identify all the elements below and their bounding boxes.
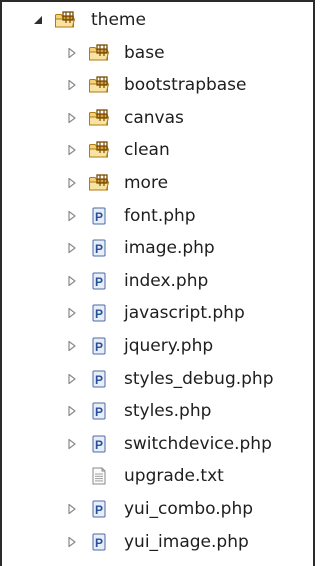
tree-item-label: index.php <box>124 270 209 291</box>
tree-item[interactable]: Pjquery.php <box>2 332 313 360</box>
expand-arrow-icon[interactable] <box>66 144 78 156</box>
tree-item-label: switchdevice.php <box>124 433 272 454</box>
expand-arrow-icon[interactable] <box>66 210 78 222</box>
php-file-icon: P <box>88 207 110 225</box>
svg-text:P: P <box>95 373 103 387</box>
tree-item[interactable]: canvas <box>2 104 313 132</box>
expand-arrow-icon[interactable] <box>66 373 78 385</box>
expand-arrow-icon[interactable] <box>66 503 78 515</box>
expand-arrow-icon[interactable] <box>66 275 78 287</box>
svg-text:P: P <box>95 275 103 289</box>
tree-item[interactable]: Pstyles_debug.php <box>2 365 313 393</box>
package-folder-icon <box>88 43 110 62</box>
expand-arrow-icon[interactable] <box>66 405 78 417</box>
tree-item-label: more <box>124 173 169 193</box>
expand-arrow-icon[interactable] <box>66 177 78 189</box>
tree-item[interactable]: Pyui_combo.php <box>2 495 313 523</box>
package-folder-icon <box>88 109 110 127</box>
tree-item[interactable]: Pjavascript.php <box>2 299 313 327</box>
tree-item-label: clean <box>124 140 170 161</box>
php-file-icon: P <box>88 533 110 551</box>
tree-item[interactable]: Pyui_image.php <box>2 528 313 556</box>
tree-item[interactable]: Pstyles.php <box>2 397 313 425</box>
tree-item-label: javascript.php <box>124 303 245 324</box>
expand-arrow-icon[interactable] <box>66 340 78 352</box>
tree-item[interactable]: base <box>2 39 313 67</box>
package-folder-icon <box>54 11 76 29</box>
svg-text:P: P <box>95 438 103 452</box>
tree-item-label: canvas <box>124 107 184 128</box>
expand-arrow-icon[interactable] <box>66 242 78 254</box>
tree-item-label: yui_image.php <box>124 531 249 552</box>
project-explorer-panel: theme base bootstrapbase canvas clean more Pfo… <box>0 0 315 566</box>
svg-text:P: P <box>95 210 103 224</box>
expand-arrow-icon[interactable] <box>66 79 78 91</box>
php-file-icon: P <box>88 500 110 518</box>
svg-text:P: P <box>95 340 103 354</box>
tree-item[interactable]: bootstrapbase <box>2 71 313 99</box>
expand-arrow-icon[interactable] <box>66 47 78 59</box>
tree-item[interactable]: Pfont.php <box>2 202 313 230</box>
tree-item[interactable]: upgrade.txt <box>2 462 313 490</box>
tree-item-label: bootstrapbase <box>124 75 247 96</box>
tree-item-label: image.php <box>124 238 215 259</box>
package-folder-icon <box>88 174 110 192</box>
tree-item-label: theme <box>91 10 146 30</box>
tree-item[interactable]: Pindex.php <box>2 267 313 295</box>
expand-arrow-icon[interactable] <box>66 307 78 319</box>
tree-item-label: upgrade.txt <box>124 466 224 487</box>
tree-item[interactable]: more <box>2 169 313 197</box>
svg-text:P: P <box>95 405 103 419</box>
php-file-icon: P <box>88 304 110 322</box>
tree-item-label: base <box>124 42 165 63</box>
svg-text:P: P <box>95 503 103 517</box>
collapse-arrow-icon[interactable] <box>32 14 44 26</box>
expand-arrow-icon[interactable] <box>66 536 78 548</box>
package-folder-icon <box>88 141 110 159</box>
tree-item-label: font.php <box>124 205 196 226</box>
tree-item[interactable]: Pswitchdevice.php <box>2 430 313 458</box>
php-file-icon: P <box>88 435 110 453</box>
expand-arrow-icon[interactable] <box>66 438 78 450</box>
tree-item[interactable]: Pimage.php <box>2 234 313 262</box>
php-file-icon: P <box>88 239 110 257</box>
package-folder-icon <box>88 76 110 94</box>
php-file-icon: P <box>88 402 110 420</box>
tree-root-item[interactable]: theme <box>2 6 313 34</box>
svg-text:P: P <box>95 536 103 550</box>
tree-item-label: styles.php <box>124 401 212 422</box>
tree-item-label: yui_combo.php <box>124 499 254 519</box>
tree-item-label: styles_debug.php <box>124 368 274 389</box>
svg-text:P: P <box>95 242 103 256</box>
php-file-icon: P <box>88 337 110 355</box>
php-file-icon: P <box>88 370 110 388</box>
php-file-icon: P <box>88 272 110 290</box>
tree-item[interactable]: clean <box>2 136 313 164</box>
expand-arrow-icon[interactable] <box>66 112 78 124</box>
text-file-icon <box>88 467 110 485</box>
tree-item-label: jquery.php <box>124 336 214 356</box>
svg-text:P: P <box>95 307 103 321</box>
